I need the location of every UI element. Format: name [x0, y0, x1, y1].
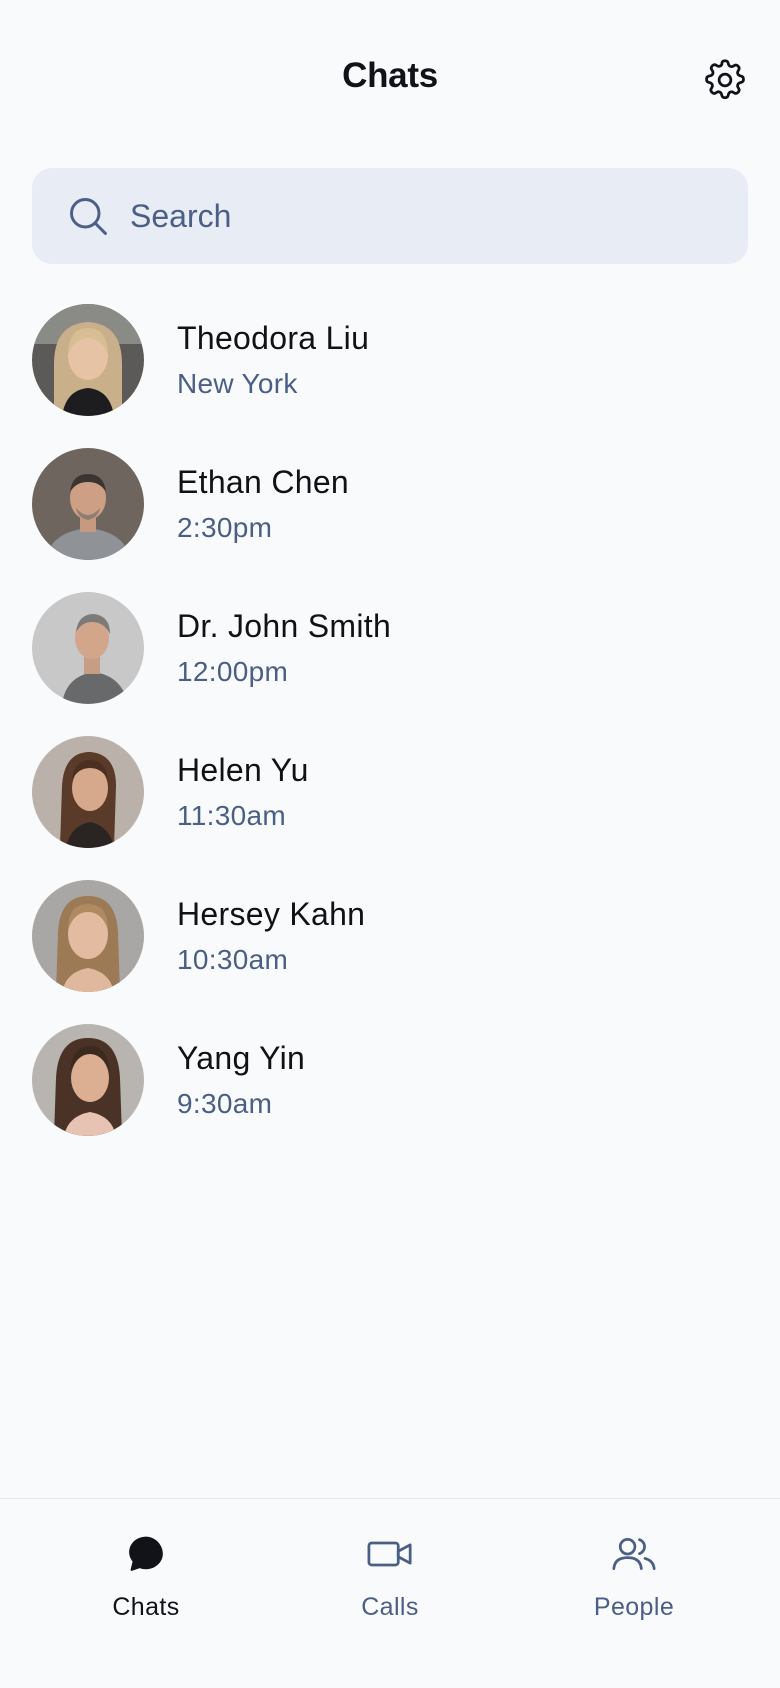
- bottom-nav: Chats Calls People: [0, 1498, 780, 1688]
- video-camera-icon: [290, 1529, 490, 1579]
- avatar: [32, 448, 144, 560]
- chat-item-helen-yu[interactable]: Helen Yu 11:30am: [0, 734, 780, 878]
- tab-label: Chats: [112, 1593, 180, 1621]
- avatar: [32, 1024, 144, 1136]
- search-icon: [66, 194, 110, 238]
- chat-subtitle: 2:30pm: [177, 512, 273, 543]
- gear-icon: [703, 58, 747, 107]
- chats-screen: Chats Search Theodora Liu New York Ethan…: [0, 0, 780, 1688]
- chat-item-hersey-kahn[interactable]: Hersey Kahn 10:30am: [0, 878, 780, 1022]
- chat-list: Theodora Liu New York Ethan Chen 2:30pm: [0, 302, 780, 1166]
- chat-name: Ethan Chen: [177, 464, 350, 500]
- chat-item-yang-yin[interactable]: Yang Yin 9:30am: [0, 1022, 780, 1166]
- chat-subtitle: New York: [177, 368, 298, 399]
- tab-label: People: [593, 1593, 675, 1621]
- tab-chats[interactable]: Chats: [46, 1499, 246, 1649]
- chat-name: Helen Yu: [177, 752, 309, 788]
- chat-name: Yang Yin: [177, 1040, 306, 1076]
- tab-calls[interactable]: Calls: [290, 1499, 490, 1649]
- chat-item-theodora-liu[interactable]: Theodora Liu New York: [0, 302, 780, 446]
- chat-bubble-icon: [46, 1529, 246, 1579]
- chat-item-ethan-chen[interactable]: Ethan Chen 2:30pm: [0, 446, 780, 590]
- people-icon: [534, 1529, 734, 1579]
- chat-name: Hersey Kahn: [177, 896, 366, 932]
- tab-people[interactable]: People: [534, 1499, 734, 1649]
- tab-label: Calls: [361, 1593, 419, 1621]
- chat-name: Theodora Liu: [177, 320, 370, 356]
- page-title: Chats: [342, 56, 438, 95]
- chat-subtitle: 11:30am: [177, 800, 286, 831]
- chat-name: Dr. John Smith: [177, 608, 392, 644]
- chat-item-dr-john-smith[interactable]: Dr. John Smith 12:00pm: [0, 590, 780, 734]
- avatar: [32, 304, 144, 416]
- avatar: [32, 880, 144, 992]
- avatar: [32, 592, 144, 704]
- search-bar[interactable]: [32, 168, 748, 264]
- settings-button[interactable]: [700, 58, 750, 106]
- chat-subtitle: 10:30am: [177, 944, 289, 975]
- chat-subtitle: 12:00pm: [177, 656, 289, 687]
- header: Chats: [0, 0, 780, 160]
- avatar: [32, 736, 144, 848]
- chat-subtitle: 9:30am: [177, 1088, 273, 1119]
- search-input[interactable]: [130, 186, 690, 246]
